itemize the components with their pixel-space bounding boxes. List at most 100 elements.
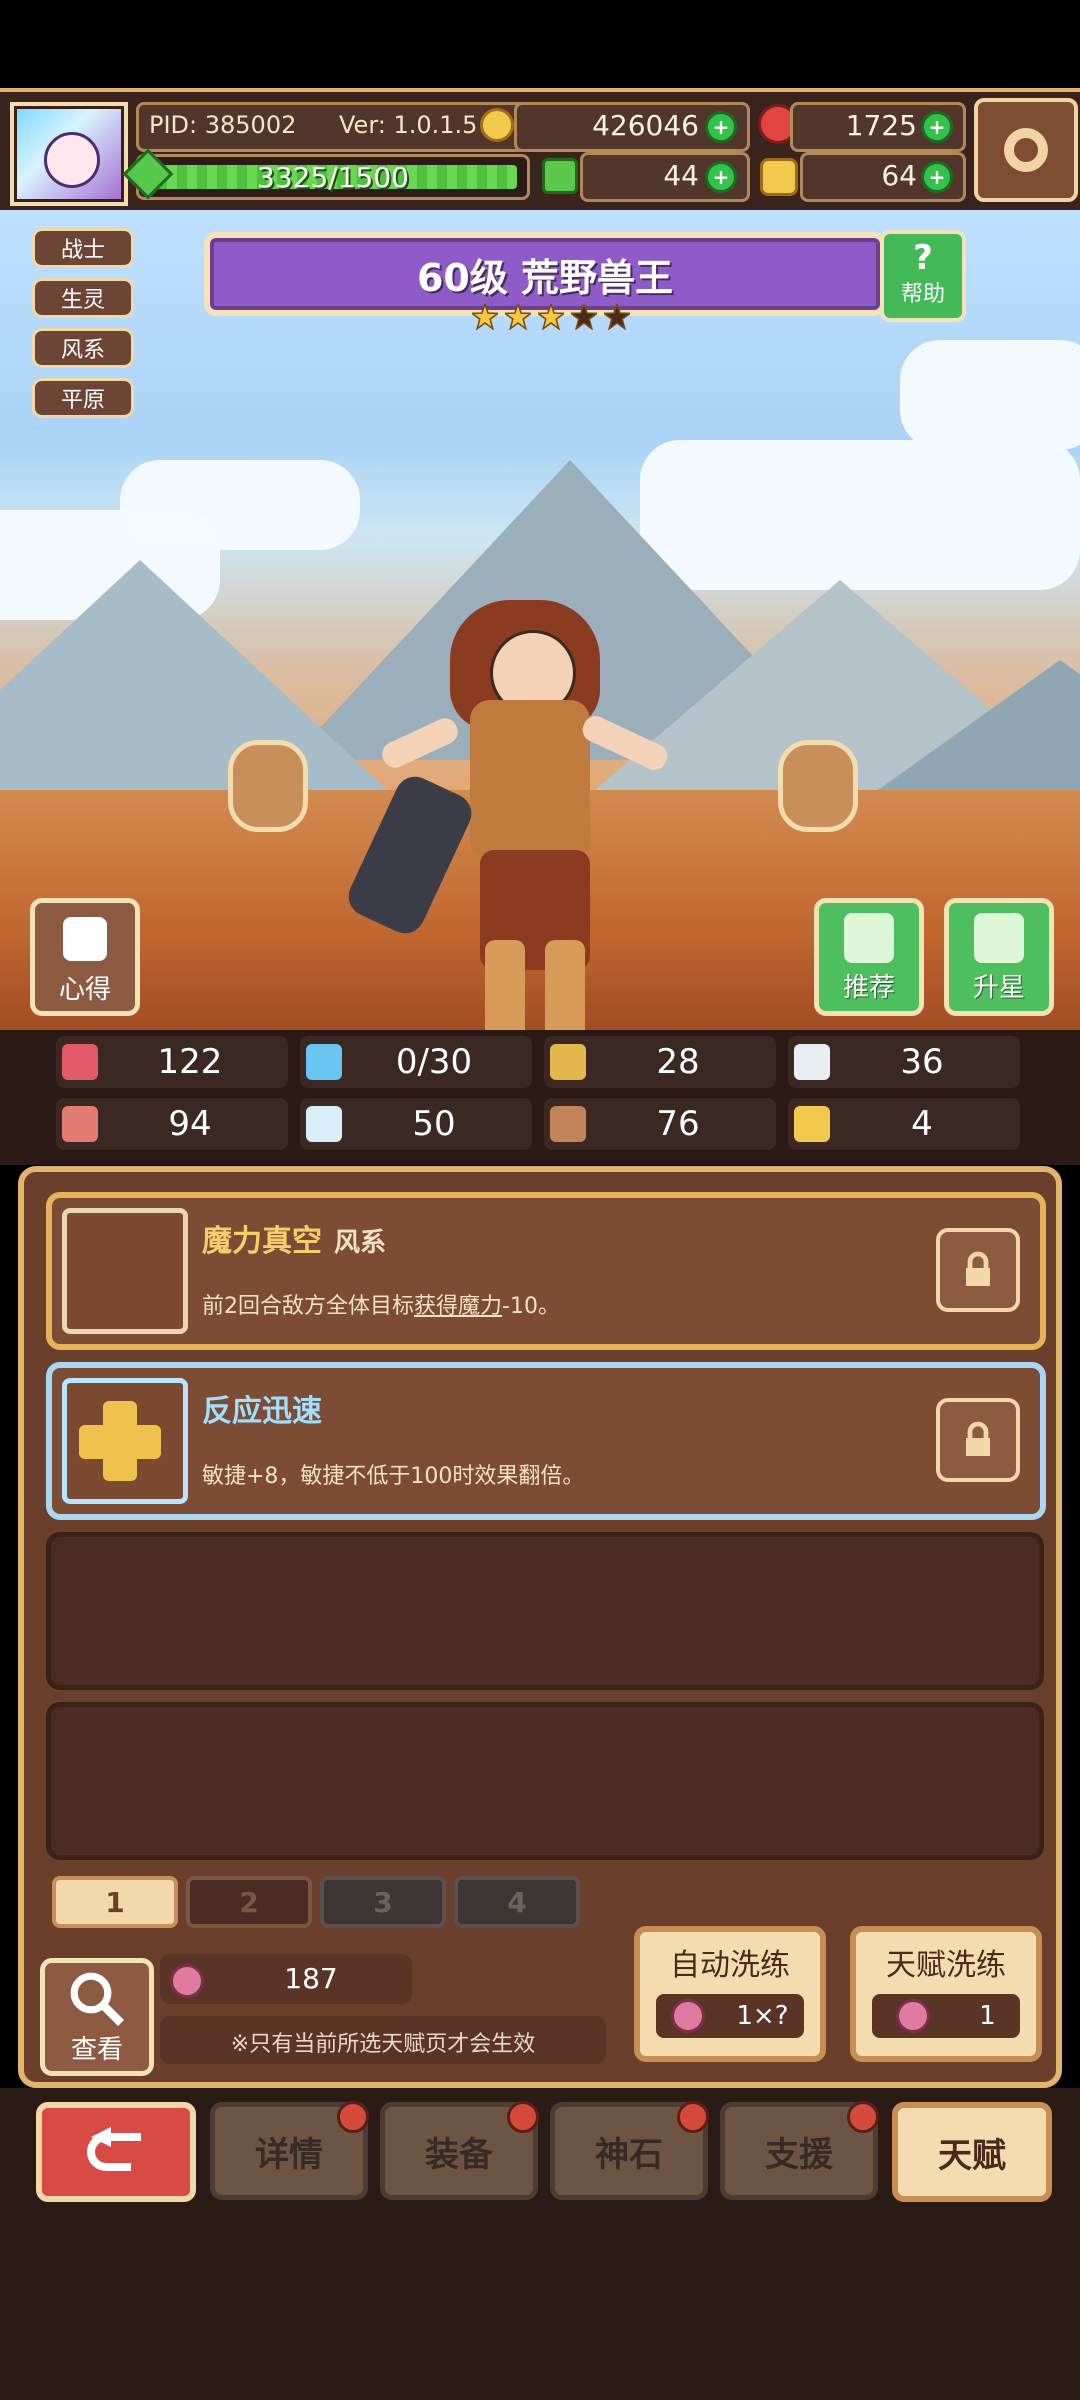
auto-refine-label: 自动洗练 — [670, 1948, 790, 1983]
potion-icon — [896, 1999, 931, 2033]
wing-icon — [794, 1044, 830, 1080]
tag-wind[interactable]: 风系 — [32, 328, 134, 368]
auto-refine-button[interactable]: 自动洗练 1×? — [634, 1926, 826, 2062]
tag-plains[interactable]: 平原 — [32, 378, 134, 418]
view-label: 查看 — [70, 2035, 123, 2065]
bottom-nav: 详情 装备 神石 支援 天赋 — [0, 2088, 1080, 2400]
star-rating — [472, 304, 632, 334]
talent-element: 风系 — [334, 1228, 387, 1258]
talent-refine-cost: 1 — [872, 1994, 1020, 2038]
necklace-icon — [62, 1208, 188, 1334]
potion-count: 187 — [284, 1962, 338, 1995]
lock-button[interactable] — [936, 1228, 1020, 1312]
star-filled-icon — [505, 304, 532, 330]
page-tab-4[interactable]: 4 — [454, 1876, 580, 1928]
gear-icon — [1004, 128, 1048, 172]
talent-name: 魔力真空 — [202, 1224, 322, 1259]
add-gold-icon[interactable]: + — [705, 111, 737, 143]
auto-refine-cost: 1×? — [656, 1994, 804, 2038]
lock-icon — [966, 1421, 990, 1456]
talent-card-2[interactable]: 反应迅速 敏捷+8，敏捷不低于100时效果翻倍。 — [46, 1362, 1046, 1520]
stat-speed: 36 — [788, 1036, 1020, 1088]
horseshoe-value: 4 — [911, 1104, 933, 1144]
talent-refine-button[interactable]: 天赋洗练 1 — [850, 1926, 1042, 2062]
tag-creature[interactable]: 生灵 — [32, 278, 134, 318]
upgrade-star-button[interactable]: 升星 — [944, 898, 1054, 1016]
nav-support[interactable]: 支援 — [720, 2101, 879, 2200]
experience-notes-label: 心得 — [58, 975, 111, 1005]
luck-value: 76 — [656, 1104, 700, 1144]
star-filled-icon — [538, 304, 565, 330]
add-clover-icon[interactable]: + — [705, 161, 737, 193]
gold-amount: 426046 — [592, 109, 699, 142]
back-button[interactable] — [36, 2102, 196, 2202]
book-icon — [306, 1106, 342, 1142]
auto-refine-cost-text: 1×? — [736, 2001, 789, 2031]
hp-value: 122 — [157, 1042, 223, 1082]
notification-dot — [507, 2101, 539, 2133]
heart-icon — [62, 1044, 98, 1080]
plus-cross-icon — [62, 1378, 188, 1504]
tag-warrior[interactable]: 战士 — [32, 228, 134, 268]
mana-value: 0/30 — [395, 1042, 473, 1082]
nav-equipment[interactable]: 装备 — [380, 2101, 539, 2200]
star-filled-icon — [472, 304, 498, 330]
lock-button[interactable] — [936, 1398, 1020, 1482]
hand-box: 64 + — [800, 152, 966, 202]
stat-magic: 50 — [300, 1098, 532, 1150]
potion-counter: 187 — [160, 1954, 412, 2004]
notes-icon — [63, 917, 107, 961]
top-hud: PID: 385002 Ver: 1.0.1.5 426046 + 1725 +… — [0, 88, 1080, 214]
gems-amount: 1725 — [845, 109, 917, 142]
add-gems-icon[interactable]: + — [921, 111, 953, 143]
page-tab-3[interactable]: 3 — [320, 1876, 446, 1928]
armor-value: 28 — [656, 1042, 700, 1082]
clover-amount: 44 — [663, 159, 699, 192]
nav-equipment-label: 装备 — [425, 2134, 493, 2175]
talent-refine-cost-text: 1 — [979, 2001, 996, 2031]
star-empty-icon — [604, 304, 631, 330]
hero-sprite — [342, 580, 690, 1030]
nav-talent[interactable]: 天赋 — [892, 2102, 1052, 2202]
settings-button[interactable] — [974, 98, 1078, 202]
stat-armor: 28 — [544, 1036, 776, 1088]
desc-text: -10。 — [502, 1294, 560, 1319]
next-character-button[interactable] — [778, 740, 858, 832]
nav-details-label: 详情 — [255, 2134, 323, 2175]
stat-attack: 94 — [56, 1098, 288, 1150]
desc-link[interactable]: 获得魔力 — [414, 1294, 502, 1319]
hand-amount: 64 — [881, 159, 917, 192]
upgrade-star-label: 升星 — [972, 973, 1025, 1003]
star-upgrade-icon — [974, 913, 1024, 963]
talent-refine-label: 天赋洗练 — [886, 1948, 1006, 1983]
player-avatar[interactable] — [10, 102, 128, 206]
clover-box: 44 + — [580, 152, 750, 202]
boot-icon — [550, 1106, 586, 1142]
gold-coin-icon — [480, 108, 514, 142]
pid-label: PID: 385002 — [149, 111, 297, 139]
return-arrow-icon — [87, 2127, 141, 2171]
cloud — [900, 340, 1080, 450]
empty-talent-slot[interactable] — [46, 1702, 1044, 1860]
page-tab-1[interactable]: 1 — [52, 1876, 178, 1928]
note-text: ※只有当前所选天赋页才会生效 — [230, 2032, 536, 2057]
talent-title: 魔力真空 风系 — [202, 1216, 386, 1260]
question-icon: ? — [913, 238, 933, 278]
attack-value: 94 — [168, 1104, 212, 1144]
lock-icon — [966, 1251, 990, 1286]
add-hand-icon[interactable]: + — [921, 161, 953, 193]
previous-character-button[interactable] — [228, 740, 308, 832]
stat-mana: 0/30 — [300, 1036, 532, 1088]
talent-card-1[interactable]: 魔力真空 风系 前2回合敌方全体目标获得魔力-10。 — [46, 1192, 1046, 1350]
nav-talent-label: 天赋 — [938, 2135, 1006, 2176]
recommend-button[interactable]: 推荐 — [814, 898, 924, 1016]
help-button[interactable]: ? 帮助 — [880, 230, 966, 322]
view-button[interactable]: 查看 — [40, 1958, 154, 2076]
talent-description: 前2回合敌方全体目标获得魔力-10。 — [202, 1288, 560, 1320]
nav-divine-stone[interactable]: 神石 — [550, 2101, 709, 2200]
thumbs-up-icon — [844, 913, 894, 963]
nav-details[interactable]: 详情 — [210, 2101, 369, 2200]
empty-talent-slot[interactable] — [46, 1532, 1044, 1690]
page-tab-2[interactable]: 2 — [186, 1876, 312, 1928]
experience-notes-button[interactable]: 心得 — [30, 898, 140, 1016]
